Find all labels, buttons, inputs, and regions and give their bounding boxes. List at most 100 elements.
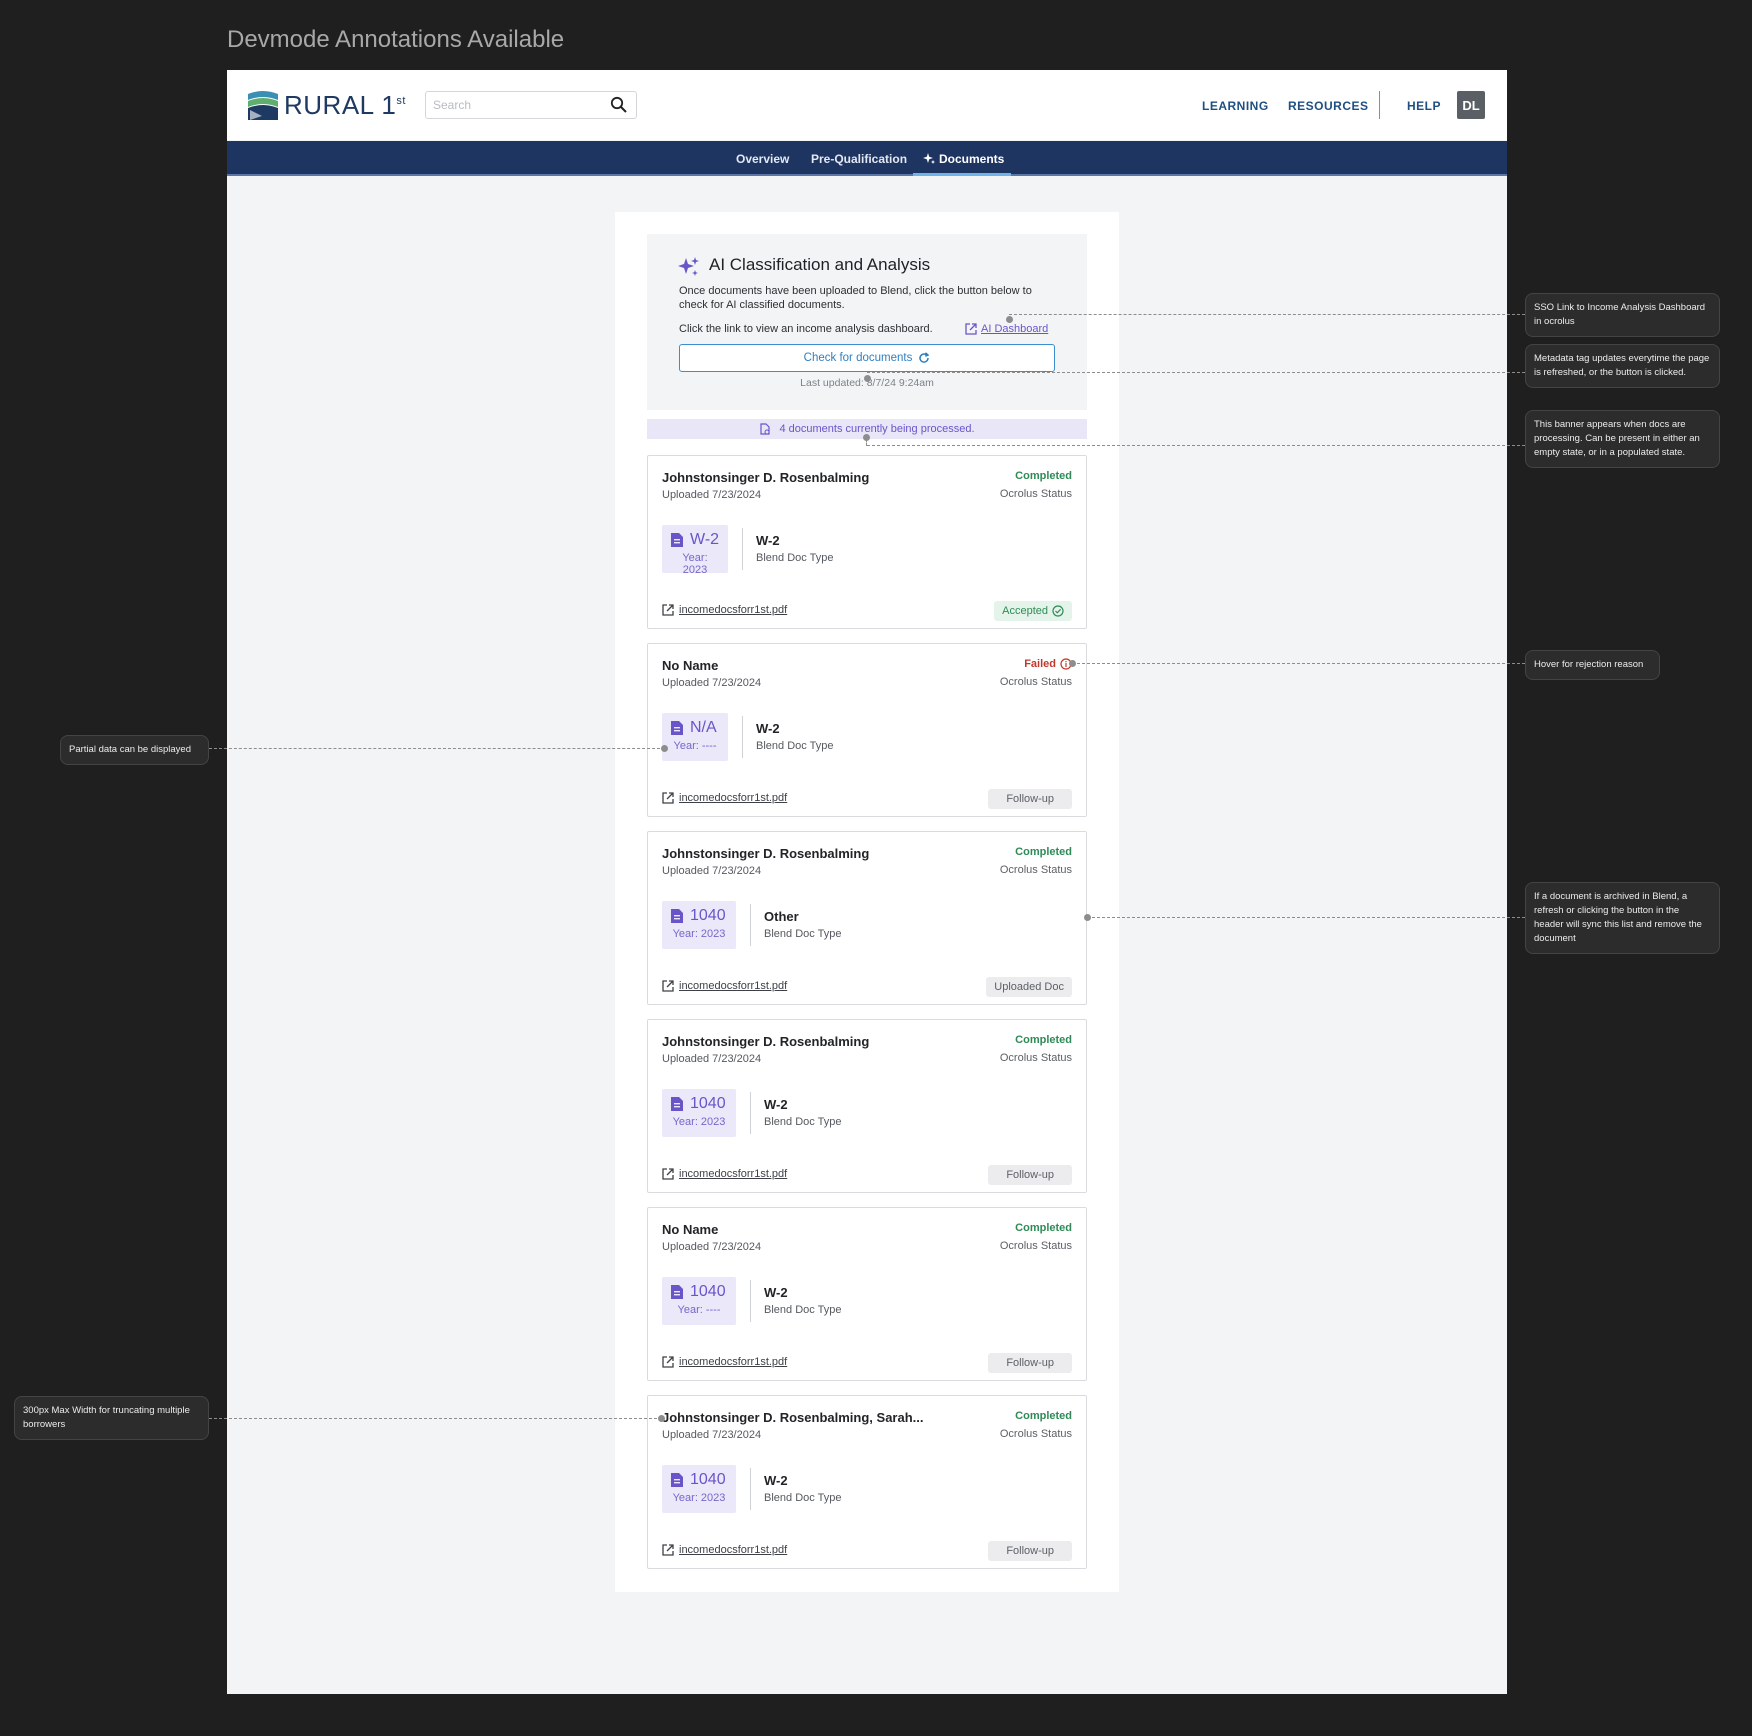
status-pill: Accepted [994,601,1072,621]
document-icon [671,1285,683,1299]
ocrolus-status-label: Ocrolus Status [999,676,1072,688]
connector-rejection [1072,663,1525,664]
page-title: Devmode Annotations Available [227,26,565,53]
tab-pre-qualification[interactable]: Pre-Qualification [811,152,907,166]
document-card: No Name Uploaded 7/23/2024 Failed Ocrolu… [647,643,1087,817]
status-pill: Follow-up [988,1541,1072,1561]
connector-dot [1069,660,1076,667]
blend-doc-type: W-2 [756,533,780,548]
document-icon [671,909,683,923]
check-button-label: Check for documents [803,352,913,364]
annotation-sso-link: SSO Link to Income Analysis Dashboard in… [1525,293,1720,337]
ai-doc-badge: 1040 Year: 2023 [662,1089,736,1137]
logo-text: RURAL 1st [284,90,406,120]
file-link[interactable]: incomedocsforr1st.pdf [662,980,787,992]
nav-help[interactable]: HELP [1407,99,1441,113]
connector-sso [1009,314,1525,315]
ocrolus-status: Completed [1015,1222,1072,1234]
badge-divider [750,1092,751,1134]
blend-doc-type-label: Blend Doc Type [756,740,834,752]
external-link-icon [662,792,674,804]
nav-resources[interactable]: RESOURCES [1288,99,1369,113]
search-icon[interactable] [610,96,628,114]
ocrolus-status: Completed [1015,1034,1072,1046]
external-link-icon [662,604,674,616]
ai-doc-type: 1040 [690,1095,726,1112]
badge-divider [742,716,743,758]
ocrolus-status[interactable]: Failed [1024,658,1072,670]
connector-banner [867,445,1525,446]
tab-documents[interactable]: Documents [923,152,1004,166]
search-box[interactable] [425,91,637,119]
ai-doc-type: 1040 [690,907,726,924]
ocrolus-status-label: Ocrolus Status [999,1428,1072,1440]
check-for-documents-button[interactable]: Check for documents [679,344,1055,372]
upload-date: Uploaded 7/23/2024 [662,1429,762,1441]
ai-description: Once documents have been uploaded to Ble… [679,285,1032,311]
ocrolus-status: Completed [1015,1410,1072,1422]
ocrolus-status-value: Completed [1015,470,1072,482]
status-pill-label: Follow-up [1006,1357,1054,1369]
ai-dashboard-label: AI Dashboard [981,323,1049,335]
document-card: No Name Uploaded 7/23/2024 Completed Ocr… [647,1207,1087,1381]
upload-date: Uploaded 7/23/2024 [662,489,762,501]
ai-title: AI Classification and Analysis [709,255,931,274]
ocrolus-status: Completed [1015,846,1072,858]
blend-doc-type: W-2 [764,1285,788,1300]
avatar[interactable]: DL [1457,91,1485,119]
connector-dot [661,745,668,752]
connector-max-width [209,1418,662,1419]
ai-doc-badge: 1040 Year: ---- [662,1277,736,1325]
ocrolus-status-label: Ocrolus Status [999,864,1072,876]
ai-doc-type: W-2 [690,531,720,548]
status-pill: Uploaded Doc [986,977,1072,997]
file-name: incomedocsforr1st.pdf [679,604,788,616]
external-link-icon [965,323,977,335]
status-pill-label: Follow-up [1006,793,1054,805]
file-name: incomedocsforr1st.pdf [679,1168,788,1180]
blend-doc-type-label: Blend Doc Type [764,1116,842,1128]
file-link[interactable]: incomedocsforr1st.pdf [662,792,787,804]
file-link[interactable]: incomedocsforr1st.pdf [662,1544,787,1556]
upload-date: Uploaded 7/23/2024 [662,1053,762,1065]
status-pill-label: Follow-up [1006,1169,1054,1181]
nav-learning[interactable]: LEARNING [1202,99,1269,113]
document-card: Johnstonsinger D. Rosenbalming, Sarah...… [647,1395,1087,1569]
document-card: Johnstonsinger D. Rosenbalming Uploaded … [647,1019,1087,1193]
blend-doc-type: W-2 [764,1473,788,1488]
upload-date: Uploaded 7/23/2024 [662,1241,762,1253]
tab-overview[interactable]: Overview [736,152,789,166]
file-link[interactable]: incomedocsforr1st.pdf [662,1168,787,1180]
connector-dot [1006,316,1013,323]
check-circle-icon [1052,605,1064,617]
ai-doc-type: 1040 [690,1283,726,1300]
file-name: incomedocsforr1st.pdf [679,1544,788,1556]
blend-doc-type: Other [764,909,799,924]
file-link[interactable]: incomedocsforr1st.pdf [662,604,787,616]
ai-doc-badge: 1040 Year: 2023 [662,901,736,949]
search-input[interactable] [426,92,610,118]
status-pill-label: Accepted [1002,605,1048,617]
annotation-partial-data: Partial data can be displayed [60,735,209,765]
blend-doc-type-label: Blend Doc Type [756,552,834,564]
logo[interactable]: RURAL 1st [248,90,406,120]
ai-doc-year: Year: 2023 [672,1492,726,1504]
external-link-icon [662,980,674,992]
upload-date: Uploaded 7/23/2024 [662,677,762,689]
file-link[interactable]: incomedocsforr1st.pdf [662,1356,787,1368]
sparkle-icon [678,257,699,276]
annotation-archived-document: If a document is archived in Blend, a re… [1525,882,1720,954]
nav-divider [1379,91,1380,119]
blend-doc-type-label: Blend Doc Type [764,928,842,940]
ai-doc-year: Year: 2023 [682,552,708,576]
ai-dashboard-link[interactable]: AI Dashboard [965,323,1048,335]
annotation-rejection-reason: Hover for rejection reason [1525,650,1660,680]
borrower-name: Johnstonsinger D. Rosenbalming [662,846,870,861]
annotation-metadata-tag: Metadata tag updates everytime the page … [1525,344,1720,388]
annotation-processing-banner: This banner appears when docs are proces… [1525,410,1720,468]
borrower-name: Johnstonsinger D. Rosenbalming [662,470,870,485]
ocrolus-status-value: Failed [1024,658,1056,670]
external-link-icon [662,1356,674,1368]
file-name: incomedocsforr1st.pdf [679,792,788,804]
status-pill-label: Follow-up [1006,1545,1054,1557]
